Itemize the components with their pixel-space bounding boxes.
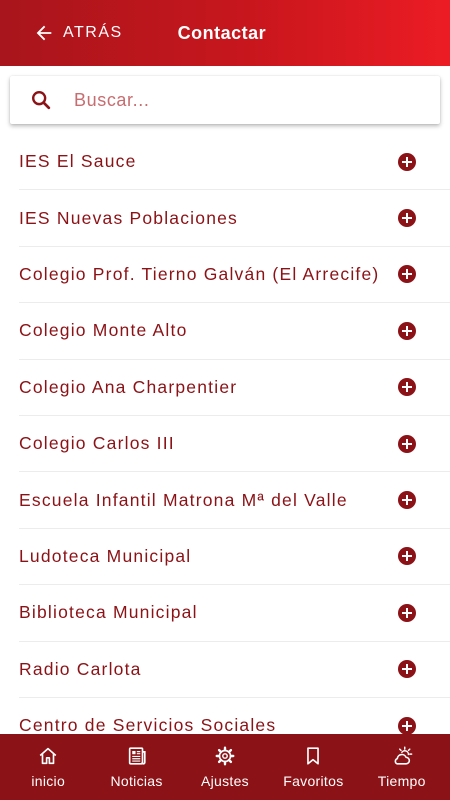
add-circle-icon[interactable] bbox=[398, 209, 416, 228]
nav-label: Tiempo bbox=[377, 773, 426, 789]
add-circle-icon[interactable] bbox=[398, 321, 416, 340]
newspaper-icon bbox=[128, 747, 146, 765]
add-circle-icon[interactable] bbox=[398, 434, 416, 453]
home-icon bbox=[39, 747, 57, 765]
add-circle-icon[interactable] bbox=[398, 547, 416, 566]
back-button[interactable]: ATRÁS bbox=[33, 13, 123, 53]
gear-icon bbox=[215, 746, 235, 766]
list-item-label: Radio Carlota bbox=[19, 658, 142, 679]
list-item[interactable]: Radio Carlota bbox=[19, 642, 450, 698]
list-item[interactable]: Ludoteca Municipal bbox=[19, 529, 450, 586]
list-item-label: Ludoteca Municipal bbox=[19, 545, 192, 566]
list-item[interactable]: Colegio Prof. Tierno Galván (El Arrecife… bbox=[19, 247, 450, 304]
nav-label: Noticias bbox=[110, 773, 163, 789]
list-item-label: Colegio Monte Alto bbox=[19, 320, 188, 341]
list-item-label: Centro de Servicios Sociales bbox=[19, 715, 277, 734]
list-item[interactable]: Escuela Infantil Matrona Mª del Valle bbox=[19, 472, 450, 529]
arrow-left-icon bbox=[36, 25, 52, 41]
add-circle-icon[interactable] bbox=[398, 716, 416, 734]
list-item-label: Colegio Ana Charpentier bbox=[19, 376, 238, 397]
add-circle-icon[interactable] bbox=[398, 660, 416, 679]
list-item-label: Biblioteca Municipal bbox=[19, 602, 198, 623]
search-icon[interactable] bbox=[30, 89, 52, 111]
add-circle-icon[interactable] bbox=[398, 603, 416, 622]
search-bar bbox=[10, 76, 440, 124]
list-item[interactable]: Colegio Ana Charpentier bbox=[19, 360, 450, 416]
list-item[interactable]: IES El Sauce bbox=[19, 134, 450, 191]
nav-label: Favoritos bbox=[283, 773, 344, 789]
list-item[interactable]: IES Nuevas Poblaciones bbox=[19, 190, 450, 247]
nav-label: inicio bbox=[31, 773, 66, 789]
add-circle-icon[interactable] bbox=[398, 152, 416, 171]
add-circle-icon[interactable] bbox=[398, 378, 416, 397]
weather-icon bbox=[394, 746, 413, 765]
list-item[interactable]: Centro de Servicios Sociales bbox=[19, 698, 450, 734]
list-item-label: Colegio Carlos III bbox=[19, 433, 175, 454]
nav-label: Ajustes bbox=[200, 773, 249, 789]
search-input[interactable] bbox=[74, 89, 414, 111]
bookmark-icon bbox=[307, 747, 320, 765]
nav-item-inicio[interactable]: inicio bbox=[6, 745, 90, 789]
nav-item-favoritos[interactable]: Favoritos bbox=[271, 745, 355, 789]
list-item[interactable]: Biblioteca Municipal bbox=[19, 585, 450, 642]
contact-list: IES El Sauce IES Nuevas Poblaciones Cole… bbox=[0, 134, 450, 734]
back-label: ATRÁS bbox=[63, 24, 123, 41]
list-item-label: IES Nuevas Poblaciones bbox=[19, 207, 239, 228]
nav-item-noticias[interactable]: Noticias bbox=[95, 745, 179, 789]
add-circle-icon[interactable] bbox=[398, 491, 416, 510]
page-title: Contactar bbox=[177, 22, 267, 43]
add-circle-icon[interactable] bbox=[398, 265, 416, 284]
list-item-label: IES El Sauce bbox=[19, 151, 137, 172]
bottom-nav: inicio Noticias Ajustes Favoritos Tiempo bbox=[0, 734, 450, 800]
nav-item-tiempo[interactable]: Tiempo bbox=[360, 745, 444, 789]
app-header: ATRÁS Contactar bbox=[0, 0, 450, 66]
list-item-label: Colegio Prof. Tierno Galván (El Arrecife… bbox=[19, 263, 380, 284]
list-item-label: Escuela Infantil Matrona Mª del Valle bbox=[19, 489, 348, 510]
list-item[interactable]: Colegio Carlos III bbox=[19, 416, 450, 473]
nav-item-ajustes[interactable]: Ajustes bbox=[183, 745, 267, 789]
list-item[interactable]: Colegio Monte Alto bbox=[19, 303, 450, 360]
